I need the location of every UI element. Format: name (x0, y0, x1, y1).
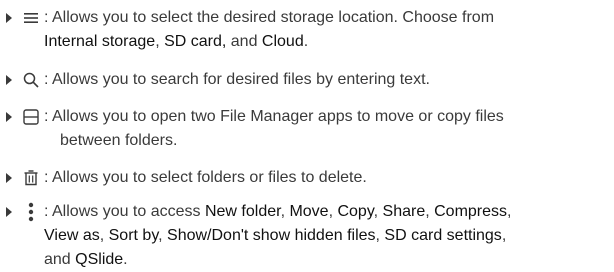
trash-icon (22, 166, 40, 190)
list-item-storage: : Allows you to select the desired stora… (0, 6, 610, 54)
document-page: : Allows you to select the desired stora… (0, 0, 614, 268)
term-internal-storage: Internal storage (44, 33, 156, 50)
term-share: Share (382, 203, 426, 220)
bullet-arrow-icon (6, 75, 12, 85)
bullet-arrow-icon (6, 207, 12, 217)
item-text-line1: : Allows you to search for desired files… (44, 71, 430, 88)
term-qslide: QSlide (75, 251, 124, 268)
list-item-search: : Allows you to search for desired files… (0, 68, 610, 92)
term-cloud: Cloud (261, 33, 304, 50)
item-text-prefix: : Allows you to access (44, 203, 205, 220)
separator: , (501, 227, 507, 244)
separator: , (373, 203, 383, 220)
term-view-as: View as (44, 227, 100, 244)
term-compress: Compress (434, 203, 508, 220)
item-text-line1: : Allows you to select the desired stora… (44, 9, 495, 26)
bullet-arrow-icon (6, 173, 12, 183)
separator: , (425, 203, 435, 220)
term-sort-by: Sort by (108, 227, 159, 244)
more-vertical-icon (22, 200, 40, 224)
term-copy: Copy (337, 203, 374, 220)
item-text-line2: between folders. (60, 132, 178, 149)
term-sd-card: SD card, (164, 33, 227, 50)
separator: . (123, 251, 128, 268)
separator: , (158, 227, 168, 244)
separator: , (155, 33, 165, 50)
list-item-split-view: : Allows you to open two File Manager ap… (0, 105, 610, 153)
separator: and (226, 33, 262, 50)
separator: and (44, 251, 76, 268)
separator: . (303, 33, 309, 50)
search-icon (22, 68, 40, 92)
bullet-arrow-icon (6, 13, 12, 23)
item-text-line1: : Allows you to select folders or files … (44, 169, 367, 186)
menu-lines-icon (22, 6, 40, 30)
bullet-arrow-icon (6, 112, 12, 122)
list-item-delete: : Allows you to select folders or files … (0, 166, 610, 190)
separator: , (99, 227, 109, 244)
term-sd-card-settings: SD card settings (384, 227, 502, 244)
split-view-icon (22, 105, 40, 129)
list-item-more-options: : Allows you to access New folder, Move,… (0, 200, 610, 272)
separator: , (507, 203, 512, 220)
term-hidden-files: Show/Don't show hidden files (167, 227, 376, 244)
term-new-folder: New folder (204, 203, 281, 220)
term-move: Move (289, 203, 329, 220)
item-text-line1: : Allows you to open two File Manager ap… (44, 108, 504, 125)
